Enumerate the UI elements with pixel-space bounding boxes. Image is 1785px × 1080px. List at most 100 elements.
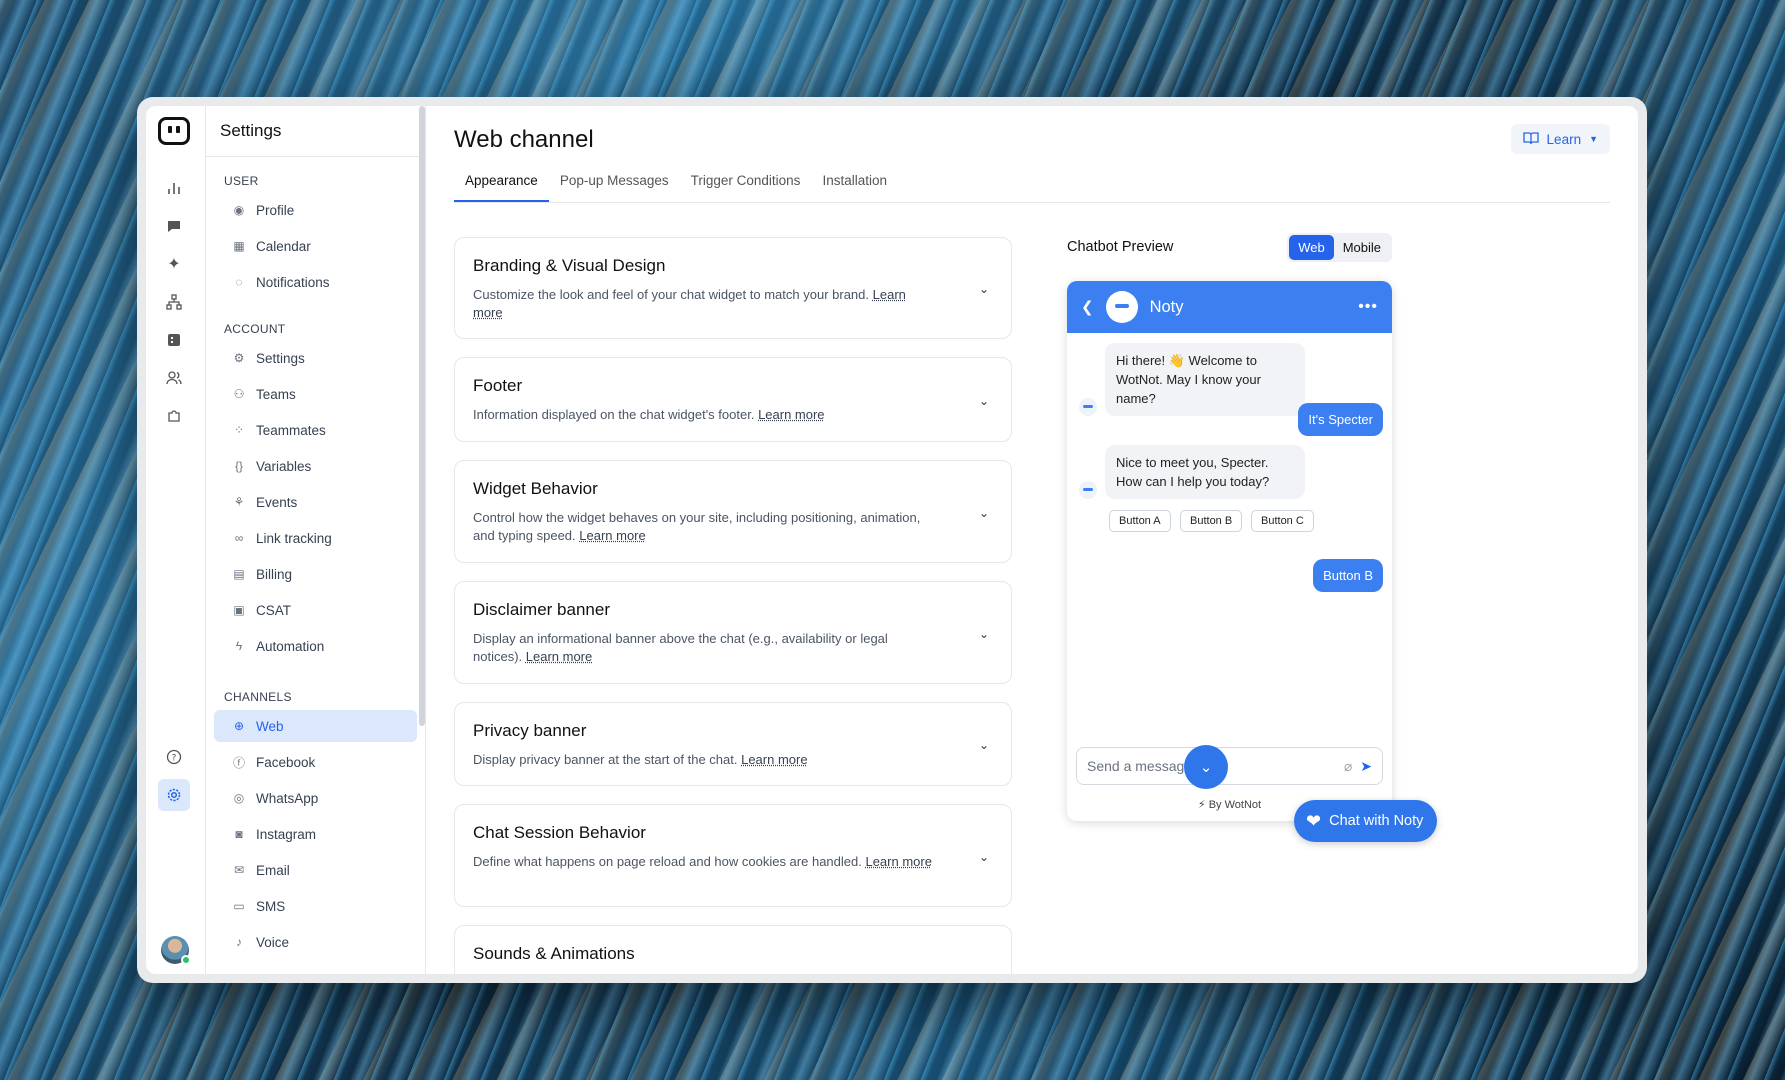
bot-message-row: Hi there! 👋 Welcome to WotNot. May I kno… [1079, 343, 1305, 416]
tab-bar: Appearance Pop-up Messages Trigger Condi… [454, 171, 1610, 203]
back-icon[interactable]: ❮ [1081, 298, 1094, 316]
card-footer[interactable]: Footer Information displayed on the chat… [454, 357, 1012, 442]
sidebar-item-label: CSAT [256, 602, 292, 618]
sidebar-item-label: Notifications [256, 274, 330, 290]
tab-installation[interactable]: Installation [811, 171, 898, 202]
sidebar-item-voice[interactable]: ♪ Voice [214, 926, 417, 958]
sidebar-item-teams[interactable]: ⚇ Teams [214, 378, 417, 410]
tab-appearance[interactable]: Appearance [454, 171, 549, 202]
sidebar-item-web[interactable]: ⊕ Web [214, 710, 417, 742]
chat-icon[interactable] [162, 214, 186, 238]
card-title: Chat Session Behavior [473, 823, 646, 842]
learn-button[interactable]: Learn ▼ [1510, 124, 1610, 154]
sidebar-item-label: Web [256, 718, 284, 734]
sidebar-item-teammates[interactable]: ⁘ Teammates [214, 414, 417, 446]
chevron-down-icon[interactable]: ⌄ [979, 738, 989, 752]
chat-heart-icon: ❤ [1306, 810, 1322, 831]
sidebar-item-whatsapp[interactable]: ◎ WhatsApp [214, 782, 417, 814]
card-title: Widget Behavior [473, 479, 598, 498]
online-status-dot [181, 955, 191, 965]
learn-more-link[interactable]: Learn more [865, 854, 931, 869]
section-label-channels: CHANNELS [224, 690, 292, 704]
learn-more-link[interactable]: Learn more [758, 407, 824, 422]
sidebar-item-link-tracking[interactable]: ∞ Link tracking [214, 522, 417, 554]
sidebar-item-csat[interactable]: ▣ CSAT [214, 594, 417, 626]
settings-gear-icon[interactable] [158, 779, 190, 811]
card-description: Display an informational banner above th… [473, 631, 888, 664]
message-composer[interactable]: Send a message ⌀ ➤ [1076, 747, 1383, 785]
chevron-down-icon[interactable]: ⌄ [979, 506, 989, 520]
users-icon[interactable] [162, 366, 186, 390]
quick-reply-button[interactable]: Button C [1251, 510, 1314, 532]
card-description: Information displayed on the chat widget… [473, 407, 825, 422]
sidebar-item-instagram[interactable]: ◙ Instagram [214, 818, 417, 850]
attachment-icon[interactable]: ⌀ [1344, 758, 1352, 775]
quick-reply-button[interactable]: Button A [1109, 510, 1171, 532]
learn-more-link[interactable]: Learn more [526, 649, 592, 664]
integrations-icon[interactable] [162, 404, 186, 428]
sidebar-item-billing[interactable]: ▤ Billing [214, 558, 417, 590]
avatar[interactable] [161, 936, 191, 965]
card-disclaimer-banner[interactable]: Disclaimer banner Display an information… [454, 581, 1012, 684]
main-content: Web channel Learn ▼ Appearance Pop-up Me… [426, 106, 1638, 974]
sidebar-item-label: Automation [256, 638, 325, 654]
chevron-down-icon[interactable]: ⌄ [979, 850, 989, 864]
flow-icon[interactable] [162, 290, 186, 314]
sidebar-item-facebook[interactable]: ⓕ Facebook [214, 746, 417, 778]
device-toggle: Web Mobile [1287, 232, 1392, 262]
help-icon[interactable]: ? [162, 745, 186, 769]
learn-label: Learn [1546, 131, 1582, 147]
logo-icon[interactable] [158, 117, 190, 145]
sidebar-item-label: Billing [256, 566, 293, 582]
settings-cards: Branding & Visual Design Customize the l… [454, 237, 1012, 974]
chevron-down-icon[interactable]: ⌄ [979, 627, 989, 641]
analytics-icon[interactable] [162, 176, 186, 200]
card-widget-behavior[interactable]: Widget Behavior Control how the widget b… [454, 460, 1012, 563]
tab-popup-messages[interactable]: Pop-up Messages [549, 171, 680, 202]
sidebar-item-label: Instagram [256, 826, 317, 842]
settings-sidebar: Settings USER ◉ Profile ▦ Calendar ◌ Notifi… [206, 106, 426, 974]
send-icon[interactable]: ➤ [1360, 758, 1372, 775]
card-privacy-banner[interactable]: Privacy banner Display privacy banner at… [454, 702, 1012, 786]
sidebar-item-label: Events [256, 494, 298, 510]
card-sounds-animations[interactable]: Sounds & Animations ⌄ [454, 925, 1012, 974]
card-branding[interactable]: Branding & Visual Design Customize the l… [454, 237, 1012, 339]
sidebar-item-sms[interactable]: ▭ SMS [214, 890, 417, 922]
sidebar-item-label: Facebook [256, 754, 316, 770]
toggle-web[interactable]: Web [1289, 234, 1334, 260]
calendar-icon: ▦ [233, 239, 245, 253]
toggle-mobile[interactable]: Mobile [1334, 235, 1390, 260]
sidebar-item-variables[interactable]: {} Variables [214, 450, 417, 482]
sidebar-item-automation[interactable]: ϟ Automation [214, 630, 417, 662]
billing-icon: ▤ [233, 567, 245, 581]
gear-icon: ⚙ [233, 351, 245, 365]
contacts-book-icon[interactable] [162, 328, 186, 352]
more-options-icon[interactable]: ••• [1358, 298, 1378, 316]
sidebar-item-label: Voice [256, 934, 290, 950]
card-title: Branding & Visual Design [473, 256, 666, 275]
sparkles-icon[interactable]: ✦ [162, 252, 186, 276]
learn-more-link[interactable]: Learn more [579, 528, 645, 543]
sidebar-item-notifications[interactable]: ◌ Notifications [214, 266, 417, 298]
sidebar-item-profile[interactable]: ◉ Profile [214, 194, 417, 226]
sidebar-item-events[interactable]: ⚘ Events [214, 486, 417, 518]
scroll-down-button[interactable]: ⌄ [1184, 745, 1228, 789]
chevron-down-icon[interactable]: ⌄ [979, 282, 989, 296]
chevron-down-icon[interactable]: ⌄ [979, 394, 989, 408]
sidebar-item-label: Variables [256, 458, 312, 474]
sidebar-item-email[interactable]: ✉ Email [214, 854, 417, 886]
sidebar-item-calendar[interactable]: ▦ Calendar [214, 230, 417, 262]
quick-reply-button[interactable]: Button B [1180, 510, 1243, 532]
chat-launcher-button[interactable]: ❤ Chat with Noty [1294, 800, 1438, 842]
preview-label: Chatbot Preview [1067, 239, 1174, 255]
section-label-user: USER [224, 174, 259, 188]
sidebar-scrollbar[interactable] [419, 106, 425, 726]
card-chat-session-behavior[interactable]: Chat Session Behavior Define what happen… [454, 804, 1012, 907]
users-icon: ⚇ [233, 387, 245, 401]
bot-mini-icon [1079, 481, 1097, 499]
tab-trigger-conditions[interactable]: Trigger Conditions [680, 171, 812, 202]
user-message-row: Button B [1313, 559, 1383, 592]
learn-more-link[interactable]: Learn more [741, 752, 807, 767]
sidebar-item-settings[interactable]: ⚙ Settings [214, 342, 417, 374]
section-label-account: ACCOUNT [224, 322, 286, 336]
